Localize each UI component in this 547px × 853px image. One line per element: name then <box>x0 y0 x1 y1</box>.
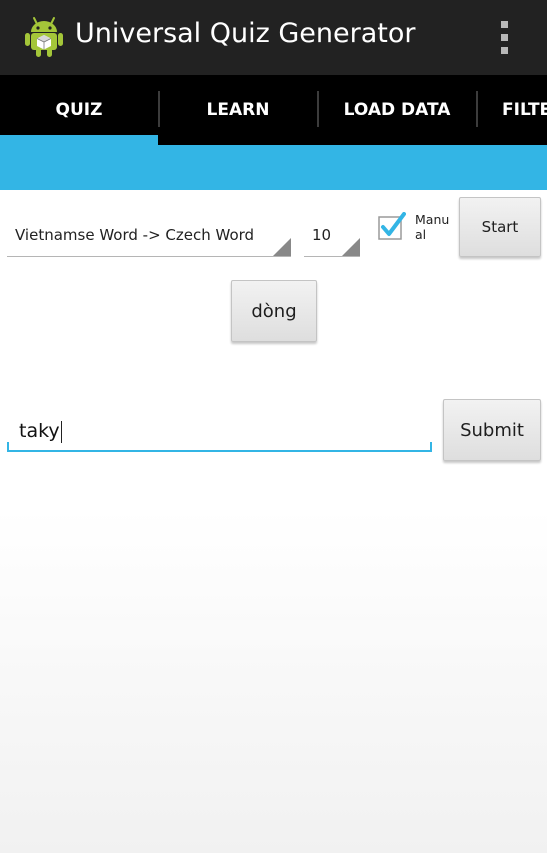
overflow-dot <box>501 21 508 28</box>
tab-label: LEARN <box>206 100 270 120</box>
tab-load-data[interactable]: LOAD DATA <box>318 75 476 145</box>
android-robot-icon <box>25 17 63 57</box>
accent-strip <box>0 145 547 190</box>
selected-tab-indicator <box>0 135 158 145</box>
count-spinner-value: 10 <box>312 226 332 244</box>
tab-learn[interactable]: LEARN <box>159 75 317 145</box>
overflow-menu-icon[interactable] <box>490 14 520 60</box>
manual-checkbox-label: Manual <box>415 212 450 242</box>
answer-text: taky <box>19 420 60 442</box>
count-spinner[interactable]: 10 <box>304 200 360 257</box>
overflow-dot <box>501 47 508 54</box>
direction-spinner[interactable]: Vietnamse Word -> Czech Word <box>7 200 291 257</box>
start-button[interactable]: Start <box>459 197 541 257</box>
action-bar: Universal Quiz Generator <box>0 0 547 75</box>
direction-spinner-value: Vietnamse Word -> Czech Word <box>15 226 255 244</box>
text-caret <box>60 420 62 443</box>
tab-filter[interactable]: FILTE <box>477 75 547 145</box>
submit-button[interactable]: Submit <box>443 399 541 461</box>
tab-label: LOAD DATA <box>343 100 451 120</box>
tab-label: FILTE <box>502 100 547 120</box>
overflow-dot <box>501 34 508 41</box>
spinner-arrow-icon <box>342 238 360 256</box>
app-title: Universal Quiz Generator <box>75 18 416 49</box>
answer-input-value: taky <box>19 420 62 443</box>
tab-label: QUIZ <box>55 100 103 120</box>
spinner-arrow-icon <box>273 238 291 256</box>
question-word-button[interactable]: dòng <box>231 280 317 342</box>
answer-input[interactable]: taky <box>7 410 432 452</box>
manual-checkbox[interactable] <box>378 212 406 240</box>
